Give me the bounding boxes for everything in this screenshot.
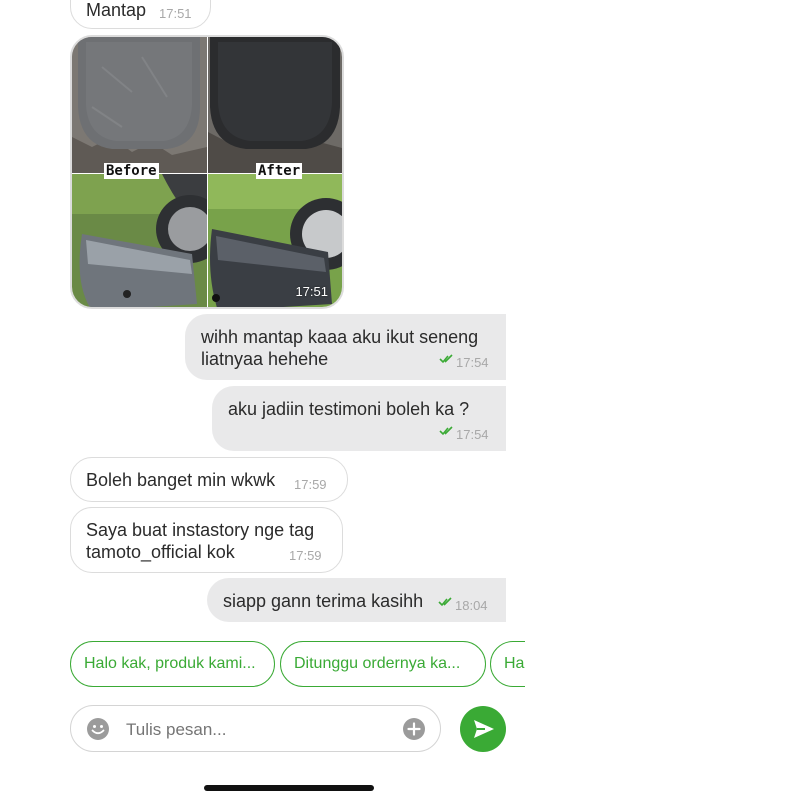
message-time: 17:54 (456, 427, 489, 442)
message-text: Mantap (86, 0, 147, 20)
message-input[interactable] (124, 714, 398, 745)
message-text-line-1: wihh mantap kaaa aku ikut seneng (201, 327, 479, 347)
message-bubble-outgoing[interactable]: wihh mantap kaaa aku ikut seneng liatnya… (185, 314, 506, 380)
message-text: aku jadiin testimoni boleh ka ? (228, 399, 470, 419)
message-text-line-2: tamoto_official kok (86, 542, 235, 562)
emoji-icon[interactable] (86, 717, 110, 741)
plus-circle-icon[interactable] (402, 717, 426, 741)
double-check-icon (439, 426, 453, 436)
double-check-icon (438, 597, 452, 607)
message-image[interactable]: Before After 17:51 (70, 35, 344, 309)
before-label: Before (104, 163, 159, 179)
quick-reply-chip[interactable]: Halo kak, produk kami... (70, 641, 275, 687)
message-time: 17:54 (456, 355, 489, 370)
quick-reply-label: Ha (504, 655, 525, 672)
quick-reply-label: Ditunggu ordernya ka... (294, 655, 461, 672)
message-time: 17:59 (289, 548, 322, 563)
message-bubble-outgoing[interactable]: siapp gann terima kasihh 18:04 (207, 578, 506, 622)
message-bubble-incoming[interactable]: Saya buat instastory nge tag tamoto_offi… (70, 507, 343, 573)
photo-before-exhaust (72, 174, 207, 307)
message-bubble-incoming[interactable]: Mantap 17:51 (70, 0, 211, 29)
message-text: siapp gann terima kasihh (223, 591, 424, 611)
quick-reply-chip[interactable]: Ha (490, 641, 525, 687)
message-bubble-outgoing[interactable]: aku jadiin testimoni boleh ka ? 17:54 (212, 386, 506, 451)
send-button[interactable] (460, 706, 506, 752)
message-time: 17:51 (159, 6, 192, 21)
message-text-line-1: Saya buat instastory nge tag (86, 520, 315, 540)
send-icon (474, 720, 494, 738)
photo-before-fender (72, 37, 207, 173)
message-composer (70, 705, 441, 752)
quick-replies-bar: Halo kak, produk kami... Ditunggu ordern… (70, 641, 525, 687)
quick-reply-label: Halo kak, produk kami... (84, 655, 256, 672)
message-time: 17:51 (295, 284, 328, 299)
photo-after-fender (208, 37, 342, 173)
message-time: 18:04 (455, 598, 488, 613)
message-time: 17:59 (294, 477, 327, 492)
double-check-icon (439, 354, 453, 364)
home-indicator (204, 785, 374, 791)
after-label: After (256, 163, 303, 179)
message-text-line-2: liatnyaa hehehe (201, 349, 329, 369)
message-bubble-incoming[interactable]: Boleh banget min wkwk 17:59 (70, 457, 348, 502)
message-text: Boleh banget min wkwk (86, 470, 276, 490)
quick-reply-chip[interactable]: Ditunggu ordernya ka... (280, 641, 486, 687)
